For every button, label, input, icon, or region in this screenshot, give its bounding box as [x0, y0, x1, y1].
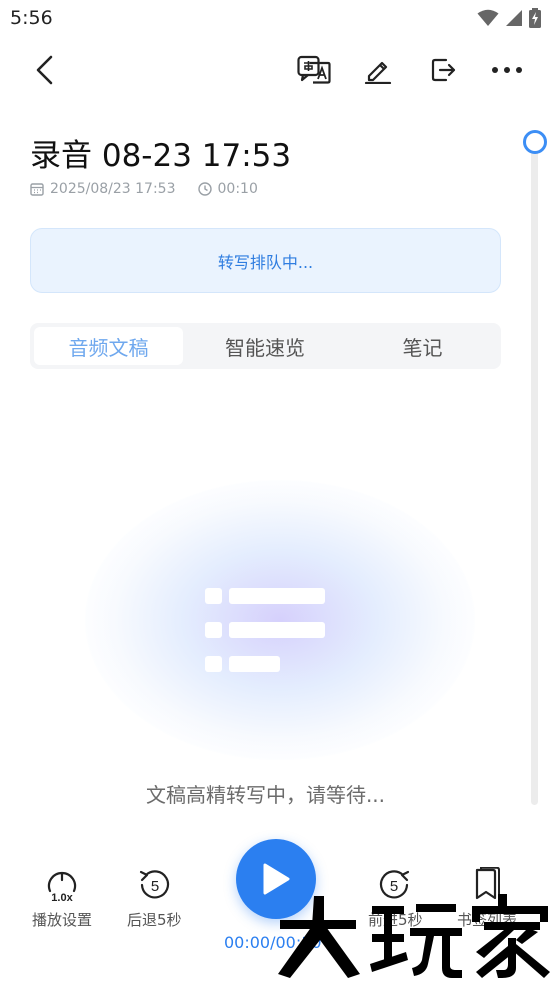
recording-meta: 2025/08/23 17:53 00:10 [30, 181, 280, 197]
tab-notes[interactable]: 笔记 [348, 327, 497, 365]
battery-icon [529, 8, 541, 28]
wifi-icon [477, 9, 499, 26]
play-icon [263, 863, 290, 895]
more-icon [492, 67, 522, 73]
status-icons [477, 8, 541, 28]
transcribing-wait-message: 文稿高精转写中，请等待... [145, 783, 386, 807]
meta-datetime: 2025/08/23 17:53 [50, 181, 176, 197]
pencil-icon [364, 61, 392, 84]
rewind-seconds: 5 [151, 878, 159, 895]
rewind-icon: 5 [140, 870, 170, 899]
playback-settings-button[interactable]: 1.0x 播放设置 [32, 867, 92, 930]
rewind-5s-button[interactable]: 5 后退5秒 [127, 867, 182, 930]
export-button[interactable] [425, 52, 461, 88]
toolbar [0, 44, 553, 94]
recording-title: 录音 08-23 17:53 [30, 138, 292, 174]
speed-value: 1.0x [51, 892, 73, 903]
tab-audio-transcript[interactable]: 音频文稿 [34, 327, 183, 365]
playback-settings-label: 播放设置 [32, 911, 93, 929]
tab-smart-overview[interactable]: 智能速览 [190, 327, 340, 365]
speedometer-icon: 1.0x [47, 871, 77, 903]
translate-button[interactable] [296, 52, 332, 88]
chevron-left-icon [36, 55, 53, 85]
transcription-queue-banner: 转写排队中... [30, 228, 501, 293]
rewind-label: 后退5秒 [127, 911, 182, 929]
document-lines-icon [205, 588, 325, 672]
watermark-logo [278, 894, 550, 978]
export-icon [431, 58, 456, 82]
queue-status-text: 转写排队中... [217, 252, 314, 272]
meta-date: 2025/08/23 17:53 [30, 181, 176, 197]
content-tabs: 音频文稿 智能速览 笔记 [30, 323, 501, 369]
meta-duration: 00:10 [217, 181, 258, 197]
scrollbar-handle[interactable] [523, 130, 547, 154]
scrollbar-track[interactable] [531, 150, 538, 805]
clock-icon [197, 182, 212, 196]
calendar-icon [30, 183, 44, 196]
more-button[interactable] [489, 52, 525, 88]
status-time: 5:56 [10, 7, 53, 29]
back-button[interactable] [27, 52, 63, 88]
signal-icon [506, 10, 522, 26]
edit-button[interactable] [360, 52, 396, 88]
status-bar: 5:56 [0, 0, 553, 38]
translate-icon [297, 55, 331, 84]
meta-duration-group: 00:10 [197, 181, 258, 197]
